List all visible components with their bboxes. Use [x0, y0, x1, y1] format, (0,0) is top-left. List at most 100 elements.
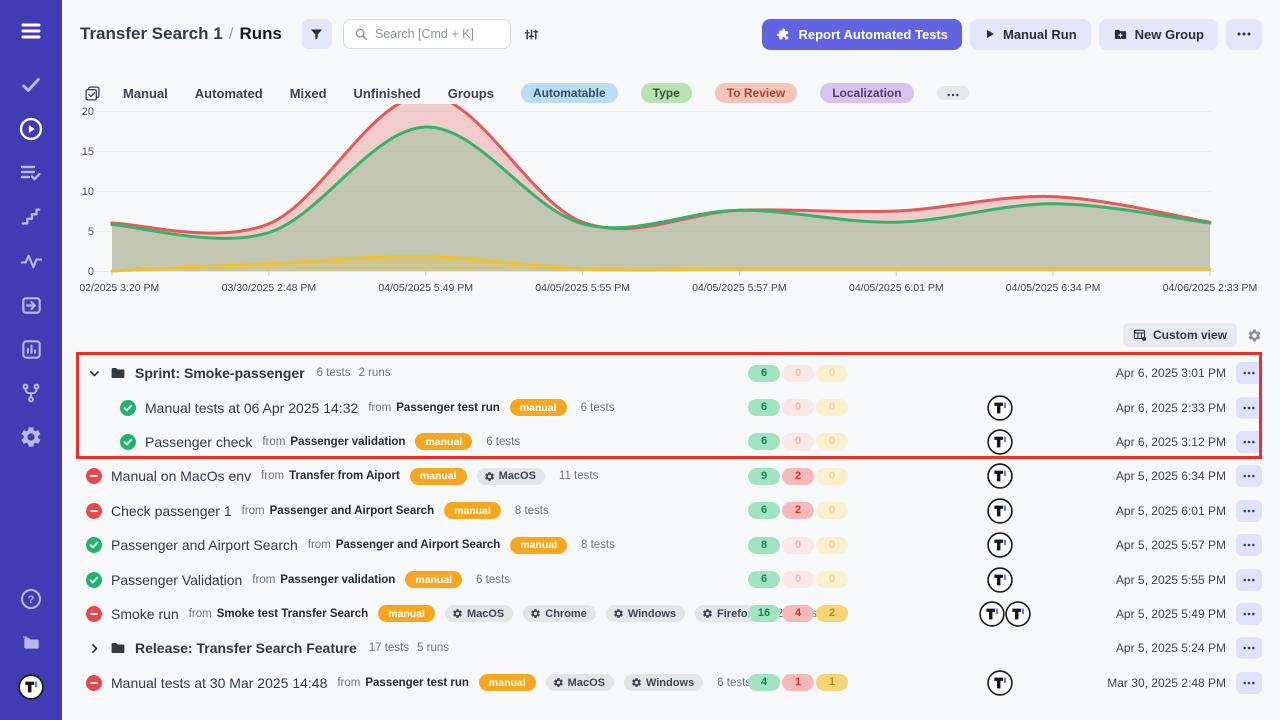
assignee-avatars: [987, 429, 1013, 455]
check-icon[interactable]: [16, 70, 46, 100]
run-row[interactable]: Passenger checkfromPassenger validationm…: [80, 425, 1262, 459]
result-counts: 600: [748, 365, 848, 382]
runs-list: Sprint: Smoke-passenger6 tests2 runs 600 A…: [80, 356, 1262, 700]
run-source[interactable]: Transfer from Aiport: [289, 470, 400, 482]
tab-groups[interactable]: Groups: [448, 86, 494, 101]
run-row[interactable]: Smoke runfromSmoke test Transfer Searchm…: [80, 597, 1262, 631]
user-avatar: [1005, 601, 1031, 627]
row-more-button[interactable]: [1236, 362, 1262, 384]
group-title[interactable]: Sprint: Smoke-passenger: [135, 365, 305, 381]
header-more-button[interactable]: [1226, 19, 1262, 50]
run-title[interactable]: Passenger check: [145, 434, 252, 450]
group-row[interactable]: Release: Transfer Search Feature17 tests…: [80, 631, 1262, 665]
analytics-icon[interactable]: [16, 334, 46, 364]
tab-unfinished[interactable]: Unfinished: [354, 86, 421, 101]
run-row[interactable]: Manual on MacOs envfromTransfer from Aip…: [80, 459, 1262, 493]
new-group-button[interactable]: New Group: [1099, 19, 1218, 50]
sidebar: ?: [0, 0, 62, 720]
import-icon[interactable]: [16, 290, 46, 320]
assignee-avatars: [987, 670, 1013, 696]
funnel-icon: [309, 27, 324, 42]
run-title[interactable]: Passenger Validation: [111, 572, 242, 588]
tag-type[interactable]: Type: [641, 83, 692, 103]
page-name: Runs: [239, 24, 282, 43]
project-name: Transfer Search 1: [80, 24, 223, 43]
run-title[interactable]: Manual tests at 06 Apr 2025 14:32: [145, 400, 358, 416]
tag-to-review[interactable]: To Review: [715, 83, 797, 103]
run-row[interactable]: Check passenger 1fromPassenger and Airpo…: [80, 494, 1262, 528]
tab-manual[interactable]: Manual: [123, 86, 168, 101]
tags-more-button[interactable]: [937, 86, 969, 100]
branch-icon[interactable]: [16, 378, 46, 408]
report-automated-tests-button[interactable]: Report Automated Tests: [762, 19, 962, 50]
run-title[interactable]: Smoke run: [111, 606, 179, 622]
group-row[interactable]: Sprint: Smoke-passenger6 tests2 runs600A…: [80, 356, 1262, 390]
ellipsis-icon: [1243, 440, 1255, 444]
row-more-button[interactable]: [1236, 569, 1262, 591]
play-circle-icon[interactable]: [16, 114, 46, 144]
chevron-right-icon[interactable]: [88, 642, 101, 655]
user-avatar: [987, 670, 1013, 696]
failed-count: 1: [782, 674, 814, 691]
activity-icon[interactable]: [16, 246, 46, 276]
tab-mixed[interactable]: Mixed: [290, 86, 327, 101]
custom-view-button[interactable]: Custom view: [1123, 323, 1237, 347]
skipped-count: 0: [816, 502, 848, 519]
passed-count: 6: [748, 502, 780, 519]
manual-run-button[interactable]: Manual Run: [970, 19, 1091, 50]
run-date: Apr 6, 2025 2:33 PM: [1116, 401, 1226, 415]
tag-localization[interactable]: Localization: [820, 83, 913, 103]
menu-icon[interactable]: [16, 16, 46, 46]
row-more-button[interactable]: [1236, 637, 1262, 659]
chevron-down-icon[interactable]: [88, 367, 101, 380]
search-box[interactable]: [343, 19, 511, 49]
run-title[interactable]: Passenger and Airport Search: [111, 537, 298, 553]
env-chip-windows: Windows: [624, 674, 703, 691]
run-source[interactable]: Passenger validation: [280, 574, 395, 586]
settings-icon[interactable]: [16, 422, 46, 452]
row-more-button[interactable]: [1236, 500, 1262, 522]
tests-count: 11 tests: [559, 470, 598, 482]
run-title[interactable]: Manual on MacOs env: [111, 468, 251, 484]
run-source[interactable]: Passenger and Airport Search: [270, 505, 434, 517]
view-toolbar: Custom view: [1123, 322, 1262, 348]
run-source[interactable]: Passenger validation: [290, 436, 405, 448]
run-row[interactable]: Manual tests at 30 Mar 2025 14:48fromPas…: [80, 666, 1262, 700]
puzzle-icon: [776, 27, 791, 42]
run-source[interactable]: Passenger and Airport Search: [336, 539, 500, 551]
row-more-button[interactable]: [1236, 431, 1262, 453]
user-avatar-logo[interactable]: [16, 672, 46, 702]
runs-list-icon[interactable]: [16, 158, 46, 188]
run-row[interactable]: Manual tests at 06 Apr 2025 14:32fromPas…: [80, 390, 1262, 424]
adjustments-icon[interactable]: [523, 26, 540, 43]
run-row[interactable]: Passenger ValidationfromPassenger valida…: [80, 562, 1262, 596]
run-source[interactable]: Smoke test Transfer Search: [217, 608, 369, 620]
run-row[interactable]: Passenger and Airport SearchfromPassenge…: [80, 528, 1262, 562]
run-source[interactable]: Passenger test run: [396, 402, 500, 414]
row-more-button[interactable]: [1236, 672, 1262, 694]
row-main: Sprint: Smoke-passenger6 tests2 runs: [80, 365, 390, 381]
run-title[interactable]: Check passenger 1: [111, 503, 232, 519]
group-title[interactable]: Release: Transfer Search Feature: [135, 640, 357, 656]
tab-automated[interactable]: Automated: [195, 86, 263, 101]
view-settings-gear-icon[interactable]: [1247, 328, 1262, 343]
row-more-button[interactable]: [1236, 465, 1262, 487]
manual-badge: manual: [410, 468, 467, 485]
run-source[interactable]: Passenger test run: [365, 677, 469, 689]
row-more-button[interactable]: [1236, 603, 1262, 625]
tag-automatable[interactable]: Automatable: [521, 83, 618, 103]
passed-count: 16: [748, 605, 780, 622]
library-icon[interactable]: [16, 628, 46, 658]
help-icon[interactable]: ?: [16, 584, 46, 614]
user-avatar: [987, 567, 1013, 593]
select-all-icon[interactable]: [84, 85, 101, 102]
assignee-avatars: [979, 601, 1031, 627]
run-title[interactable]: Manual tests at 30 Mar 2025 14:48: [111, 675, 327, 691]
row-more-button[interactable]: [1236, 397, 1262, 419]
tests-count: 6 tests: [717, 677, 751, 689]
svg-text:5: 5: [88, 226, 94, 238]
filter-button[interactable]: [302, 19, 332, 49]
search-input[interactable]: [375, 27, 500, 41]
steps-icon[interactable]: [16, 202, 46, 232]
row-more-button[interactable]: [1236, 534, 1262, 556]
